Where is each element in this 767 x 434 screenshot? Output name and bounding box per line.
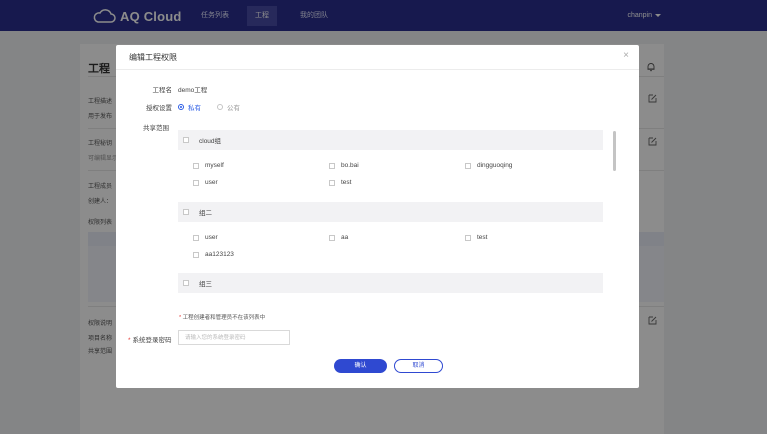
checkbox[interactable]	[193, 234, 199, 241]
share-scope-list[interactable]: cloud组 myself bo.bai dingguoqing user te…	[178, 130, 617, 300]
group-header[interactable]: cloud组	[178, 130, 603, 150]
checkbox[interactable]	[329, 234, 335, 241]
scope-note-text: 工程创建者和管理员不在该列表中	[182, 315, 266, 321]
member-name: test	[341, 179, 352, 186]
dialog-header: 编辑工程权限 ×	[116, 45, 639, 70]
group-checkbox[interactable]	[183, 280, 189, 286]
cancel-button[interactable]: 取消	[394, 359, 443, 373]
group-name: 组二	[199, 210, 212, 217]
scrollbar-thumb[interactable]	[613, 131, 616, 171]
password-label-text: 系统登录密码	[132, 337, 172, 344]
checkbox[interactable]	[329, 162, 335, 169]
edit-permission-dialog: 编辑工程权限 × 工程名 demo工程 授权设置 私有 公有 共享范围 clou…	[116, 45, 639, 388]
scope-note: * 工程创建者和管理员不在该列表中	[179, 315, 266, 321]
checkbox[interactable]	[329, 179, 335, 186]
member-checkbox[interactable]: bo.bai	[329, 162, 359, 169]
radio-dot	[178, 104, 184, 110]
close-icon[interactable]: ×	[623, 50, 629, 61]
member-checkbox[interactable]: aa	[329, 234, 348, 241]
password-label: * 系统登录密码	[128, 337, 172, 344]
checkbox[interactable]	[193, 251, 199, 258]
member-checkbox[interactable]: test	[465, 234, 487, 241]
checkbox[interactable]	[465, 162, 471, 169]
member-name: test	[477, 234, 488, 241]
radio-private[interactable]: 私有	[178, 102, 201, 112]
checkbox[interactable]	[465, 234, 471, 241]
member-name: user	[205, 179, 218, 186]
member-name: aa123123	[205, 251, 234, 258]
group-name: 组三	[199, 281, 212, 288]
member-name: aa	[341, 234, 349, 241]
member-name: dingguoqing	[477, 162, 513, 169]
radio-private-label: 私有	[188, 105, 201, 112]
member-checkbox[interactable]: myself	[193, 162, 224, 169]
dialog-title: 编辑工程权限	[129, 53, 177, 62]
group-header[interactable]: 组三	[178, 273, 603, 293]
project-name-value: demo工程	[178, 87, 208, 94]
scope-label: 共享范围	[143, 125, 169, 132]
checkbox[interactable]	[193, 162, 199, 169]
group-name: cloud组	[199, 138, 222, 145]
member-checkbox[interactable]: test	[329, 179, 351, 186]
group-checkbox[interactable]	[183, 137, 189, 143]
group-header[interactable]: 组二	[178, 202, 603, 222]
project-name-label: 工程名	[152, 87, 173, 94]
visibility-label: 授权设置	[146, 105, 172, 112]
checkbox[interactable]	[193, 179, 199, 186]
group-checkbox[interactable]	[183, 209, 189, 215]
member-name: myself	[205, 162, 224, 169]
confirm-button[interactable]: 确认	[334, 359, 387, 373]
member-checkbox[interactable]: user	[193, 234, 218, 241]
member-name: bo.bai	[341, 162, 359, 169]
member-checkbox[interactable]: aa123123	[193, 251, 234, 258]
radio-public[interactable]: 公有	[217, 102, 240, 112]
member-name: user	[205, 234, 218, 241]
member-checkbox[interactable]: user	[193, 179, 218, 186]
password-input[interactable]	[178, 330, 290, 345]
radio-public-label: 公有	[227, 105, 240, 112]
radio-dot	[217, 104, 223, 110]
member-checkbox[interactable]: dingguoqing	[465, 162, 512, 169]
